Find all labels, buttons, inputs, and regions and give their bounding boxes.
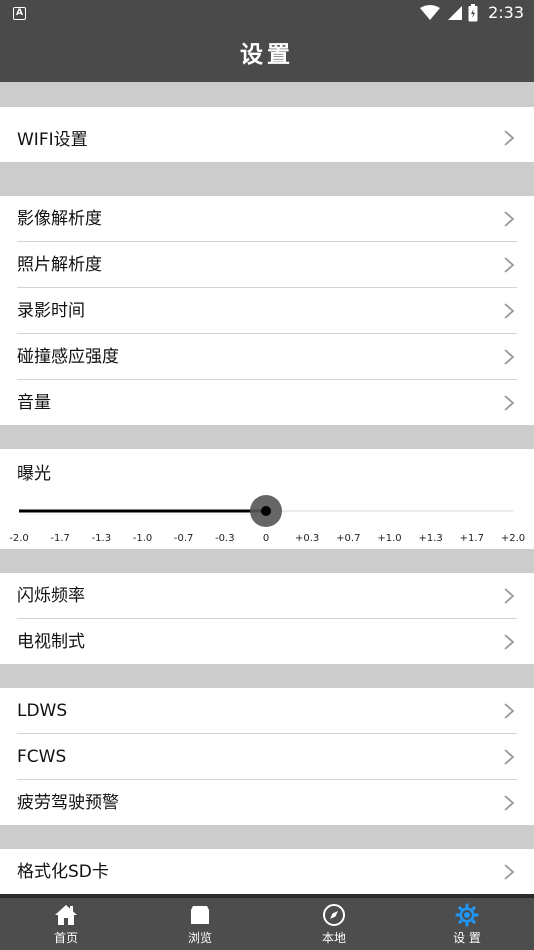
flicker-frequency-label: 闪烁频率 <box>17 586 85 606</box>
battery-icon <box>468 3 478 21</box>
section-gap <box>0 425 534 449</box>
exposure-tick-label: -0.7 <box>174 533 194 544</box>
exposure-tick-label: 0 <box>263 533 269 544</box>
settings-row-collision-sensitivity[interactable]: 碰撞感应强度 <box>17 334 517 380</box>
notification-icon: A <box>13 7 26 20</box>
settings-group-display: 闪烁频率 电视制式 <box>0 573 534 664</box>
exposure-tick-label: +1.3 <box>419 533 443 544</box>
exposure-tick-label: -1.0 <box>133 533 153 544</box>
settings-row-fcws[interactable]: FCWS <box>17 734 517 780</box>
collision-sensitivity-label: 碰撞感应强度 <box>17 347 119 367</box>
chevron-right-icon <box>504 303 515 319</box>
section-gap <box>0 549 534 573</box>
section-gap <box>0 825 534 849</box>
settings-row-tv-system[interactable]: 电视制式 <box>17 619 517 665</box>
settings-group-storage: 格式化SD卡 <box>0 849 534 894</box>
chevron-right-icon <box>504 749 515 765</box>
chevron-right-icon <box>504 634 515 650</box>
settings-row-video-resolution[interactable]: 影像解析度 <box>17 196 517 242</box>
chevron-right-icon <box>504 130 515 146</box>
chevron-right-icon <box>504 349 515 365</box>
tab-home[interactable]: 首页 <box>26 898 106 950</box>
tab-local-label: 本地 <box>321 931 346 945</box>
tab-browse-label: 浏览 <box>187 931 212 945</box>
bottom-nav: 首页 浏览 本地 设 置 <box>0 898 534 950</box>
section-gap <box>0 162 534 196</box>
settings-row-wifi[interactable]: WIFI设置 <box>17 107 517 162</box>
settings-group-recording: 影像解析度 照片解析度 录影时间 碰撞感应强度 音量 <box>0 196 534 425</box>
settings-row-flicker-frequency[interactable]: 闪烁频率 <box>17 573 517 619</box>
chevron-right-icon <box>504 864 515 880</box>
settings-group-wifi: WIFI设置 <box>0 107 534 162</box>
settings-row-record-duration[interactable]: 录影时间 <box>17 288 517 334</box>
tab-settings-label: 设 置 <box>453 931 481 945</box>
page-title: 设置 <box>240 42 294 68</box>
tab-home-label: 首页 <box>53 931 78 945</box>
chevron-right-icon <box>504 257 515 273</box>
chevron-right-icon <box>504 211 515 227</box>
app-header: 设置 <box>0 28 534 82</box>
clock: 2:33 <box>488 3 524 22</box>
settings-row-ldws[interactable]: LDWS <box>17 688 517 734</box>
chevron-right-icon <box>504 588 515 604</box>
fatigue-warning-label: 疲劳驾驶预警 <box>17 793 119 813</box>
status-bar: A 2:33 <box>0 0 534 28</box>
record-duration-label: 录影时间 <box>17 301 85 321</box>
signal-icon <box>448 5 463 20</box>
section-gap <box>0 664 534 688</box>
tab-browse[interactable]: 浏览 <box>160 898 240 950</box>
gear-icon <box>455 903 479 927</box>
video-resolution-label: 影像解析度 <box>17 209 102 229</box>
status-icons: 2:33 <box>420 3 524 22</box>
exposure-tick-label: -2.0 <box>9 533 29 544</box>
exposure-tick-label: +0.7 <box>336 533 360 544</box>
slider-thumb[interactable] <box>261 506 271 516</box>
tab-local[interactable]: 本地 <box>294 898 374 950</box>
browse-icon <box>191 906 209 924</box>
section-gap <box>0 82 534 107</box>
chevron-right-icon <box>504 795 515 811</box>
volume-label: 音量 <box>17 393 51 413</box>
settings-row-fatigue-warning[interactable]: 疲劳驾驶预警 <box>17 780 517 826</box>
exposure-tick-label: +0.3 <box>295 533 319 544</box>
exposure-tick-label: +1.7 <box>460 533 484 544</box>
wifi-icon <box>420 4 441 20</box>
exposure-tick-label: -0.3 <box>215 533 235 544</box>
settings-group-adas: LDWS FCWS 疲劳驾驶预警 <box>0 688 534 825</box>
compass-icon <box>323 904 345 926</box>
fcws-label: FCWS <box>17 747 67 767</box>
exposure-tick-label: +2.0 <box>501 533 525 544</box>
exposure-tick-label: +1.0 <box>377 533 401 544</box>
chevron-right-icon <box>504 703 515 719</box>
exposure-tick-label: -1.7 <box>50 533 70 544</box>
format-sd-label: 格式化SD卡 <box>17 862 109 882</box>
tab-settings[interactable]: 设 置 <box>427 898 507 950</box>
ldws-label: LDWS <box>17 701 68 721</box>
settings-row-photo-resolution[interactable]: 照片解析度 <box>17 242 517 288</box>
exposure-slider[interactable]: -2.0 -1.7 -1.3 -1.0 -0.7 -0.3 0 +0.3 +0.7 +1.0 +1.… <box>0 449 534 549</box>
settings-row-format-sd[interactable]: 格式化SD卡 <box>17 849 517 894</box>
exposure-section: 曝光 -2.0 -1.7 -1.3 -1.0 -0.7 -0.3 0 +0.3 +0.7 +1.0… <box>0 449 534 549</box>
settings-row-volume[interactable]: 音量 <box>17 380 517 426</box>
exposure-tick-label: -1.3 <box>92 533 112 544</box>
tv-system-label: 电视制式 <box>17 632 85 652</box>
chevron-right-icon <box>504 395 515 411</box>
photo-resolution-label: 照片解析度 <box>17 255 102 275</box>
home-icon <box>55 905 77 925</box>
